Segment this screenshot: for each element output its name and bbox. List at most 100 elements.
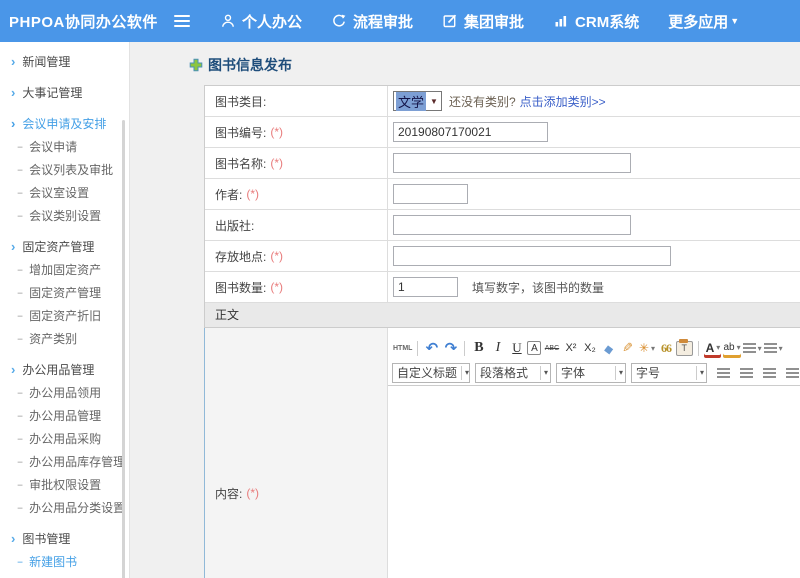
html-source-icon[interactable]: HTML xyxy=(393,339,412,358)
topbar-item-personal-office[interactable]: 个人办公 xyxy=(220,11,302,32)
align-left-icon[interactable] xyxy=(715,363,732,382)
sidebar-item-15[interactable]: –办公用品采购 xyxy=(0,427,129,450)
add-plus-icon xyxy=(189,58,203,72)
sidebar-item-label: 大事记管理 xyxy=(22,84,82,101)
sidebar-item-5[interactable]: –会议室设置 xyxy=(0,181,129,204)
sidebar-item-4[interactable]: –会议列表及审批 xyxy=(0,158,129,181)
redo-icon[interactable]: ↷ xyxy=(442,339,459,358)
sidebar-item-20[interactable]: –新建图书 xyxy=(0,550,129,573)
sidebar-scrollbar[interactable] xyxy=(122,120,125,578)
topbar-item-label: 个人办公 xyxy=(242,11,302,32)
sidebar-group-19[interactable]: ›图书管理 xyxy=(0,527,129,550)
dash-icon: – xyxy=(18,187,23,199)
spray-color-icon[interactable]: ✳ xyxy=(638,339,655,358)
crm-chart-icon xyxy=(553,13,569,29)
sidebar-group-12[interactable]: ›办公用品管理 xyxy=(0,358,129,381)
editor-toolbar-row1: HTML↶↷BIUAABCX²X₂◆✎✳66Aab xyxy=(388,336,800,360)
paste-icon[interactable] xyxy=(676,341,693,356)
hamburger-menu-icon[interactable] xyxy=(174,15,190,27)
quantity-label: 图书数量: xyxy=(215,279,266,296)
sidebar-item-17[interactable]: –审批权限设置 xyxy=(0,473,129,496)
ordered-list-icon[interactable] xyxy=(743,339,762,358)
subscript-icon[interactable]: X₂ xyxy=(581,339,598,358)
sidebar-item-6[interactable]: –会议类别设置 xyxy=(0,204,129,227)
sidebar-item-9[interactable]: –固定资产管理 xyxy=(0,281,129,304)
rich-text-editor: HTML↶↷BIUAABCX²X₂◆✎✳66Aab 自定义标题▾段落格式▾字体▾… xyxy=(388,328,800,578)
toolbar-separator xyxy=(417,341,418,356)
publisher-label: 出版社: xyxy=(215,217,254,234)
sidebar-item-16[interactable]: –办公用品库存管理 xyxy=(0,450,129,473)
sidebar-group-7[interactable]: ›固定资产管理 xyxy=(0,235,129,258)
topbar-item-label: CRM系统 xyxy=(575,11,639,32)
sidebar-item-14[interactable]: –办公用品管理 xyxy=(0,404,129,427)
align-right-icon[interactable] xyxy=(761,363,778,382)
custom-heading-select[interactable]: 自定义标题▾ xyxy=(392,363,470,383)
select-label: 自定义标题 xyxy=(397,364,457,381)
publisher-input[interactable] xyxy=(393,215,631,235)
char-border-icon[interactable]: A xyxy=(527,341,541,355)
align-justify-icon[interactable] xyxy=(784,363,800,382)
sidebar-group-0[interactable]: ›新闻管理 xyxy=(0,50,129,73)
category-select[interactable]: 文学 ▼ xyxy=(393,91,442,111)
page-title: 图书信息发布 xyxy=(208,55,292,75)
underline-icon[interactable]: U xyxy=(508,339,525,358)
superscript-icon[interactable]: X² xyxy=(562,339,579,358)
sidebar-item-label: 固定资产折旧 xyxy=(29,307,101,324)
caret-down-icon: ▾ xyxy=(696,366,704,380)
sidebar-item-3[interactable]: –会议申请 xyxy=(0,135,129,158)
book-no-input[interactable] xyxy=(393,122,548,142)
paragraph-format-select[interactable]: 段落格式▾ xyxy=(475,363,551,383)
dash-icon: – xyxy=(18,456,23,468)
undo-icon[interactable]: ↶ xyxy=(423,339,440,358)
caret-down-icon: ▾ xyxy=(540,366,548,380)
sidebar-item-label: 办公用品领用 xyxy=(29,384,101,401)
sidebar-item-13[interactable]: –办公用品领用 xyxy=(0,381,129,404)
sidebar-item-10[interactable]: –固定资产折旧 xyxy=(0,304,129,327)
sidebar-item-label: 办公用品采购 xyxy=(29,430,101,447)
quantity-input[interactable] xyxy=(393,277,458,297)
required-marker: (*) xyxy=(270,280,283,294)
dash-icon: – xyxy=(18,387,23,399)
author-input[interactable] xyxy=(393,184,468,204)
format-brush-icon[interactable]: ✎ xyxy=(619,339,636,358)
font-size-select[interactable]: 字号 ▾ xyxy=(631,363,707,383)
location-input[interactable] xyxy=(393,246,671,266)
dash-icon: – xyxy=(18,210,23,222)
chevron-right-icon: › xyxy=(11,239,15,254)
strikethrough-icon[interactable]: ABC xyxy=(543,339,560,358)
sidebar-item-label: 办公用品分类设置 xyxy=(29,499,125,516)
bold-icon[interactable]: B xyxy=(470,339,487,358)
group-approval-icon xyxy=(442,13,458,29)
unordered-list-icon[interactable] xyxy=(764,339,783,358)
sidebar-item-label: 审批权限设置 xyxy=(29,476,101,493)
form-row-quantity: 图书数量: (*) 填写数字，该图书的数量 xyxy=(205,272,800,303)
sidebar-group-1[interactable]: ›大事记管理 xyxy=(0,81,129,104)
topbar-item-group-approval[interactable]: 集团审批 xyxy=(442,11,524,32)
add-category-link[interactable]: 点击添加类别>> xyxy=(520,93,606,110)
topbar-item-label: 集团审批 xyxy=(464,11,524,32)
dash-icon: – xyxy=(18,333,23,345)
highlight-color-icon[interactable]: ab xyxy=(723,339,740,358)
sidebar-item-21[interactable]: –图书管理 xyxy=(0,573,129,578)
sidebar-item-8[interactable]: –增加固定资产 xyxy=(0,258,129,281)
editor-content[interactable] xyxy=(388,386,800,578)
font-color-icon[interactable]: A xyxy=(704,339,721,358)
italic-icon[interactable]: I xyxy=(489,339,506,358)
topbar-item-crm[interactable]: CRM系统 xyxy=(553,11,639,32)
dash-icon: – xyxy=(18,502,23,514)
select-label: 字号 xyxy=(636,364,660,381)
sidebar-item-18[interactable]: –办公用品分类设置 xyxy=(0,496,129,519)
form-row-book-no: 图书编号: (*) xyxy=(205,117,800,148)
align-center-icon[interactable] xyxy=(738,363,755,382)
topbar-item-more-apps[interactable]: 更多应用 ▼ xyxy=(668,11,739,32)
sidebar-item-label: 会议室设置 xyxy=(29,184,89,201)
topbar: PHPOA协同办公软件 个人办公 流程审批 集团审批 xyxy=(0,0,800,42)
dash-icon: – xyxy=(18,479,23,491)
topbar-item-process-approval[interactable]: 流程审批 xyxy=(331,11,413,32)
book-name-input[interactable] xyxy=(393,153,631,173)
blockquote-icon[interactable]: 66 xyxy=(657,339,674,358)
sidebar-item-11[interactable]: –资产类别 xyxy=(0,327,129,350)
sidebar-group-2[interactable]: ›会议申请及安排 xyxy=(0,112,129,135)
eraser-icon[interactable]: ◆ xyxy=(599,337,618,358)
font-family-select[interactable]: 字体▾ xyxy=(556,363,626,383)
